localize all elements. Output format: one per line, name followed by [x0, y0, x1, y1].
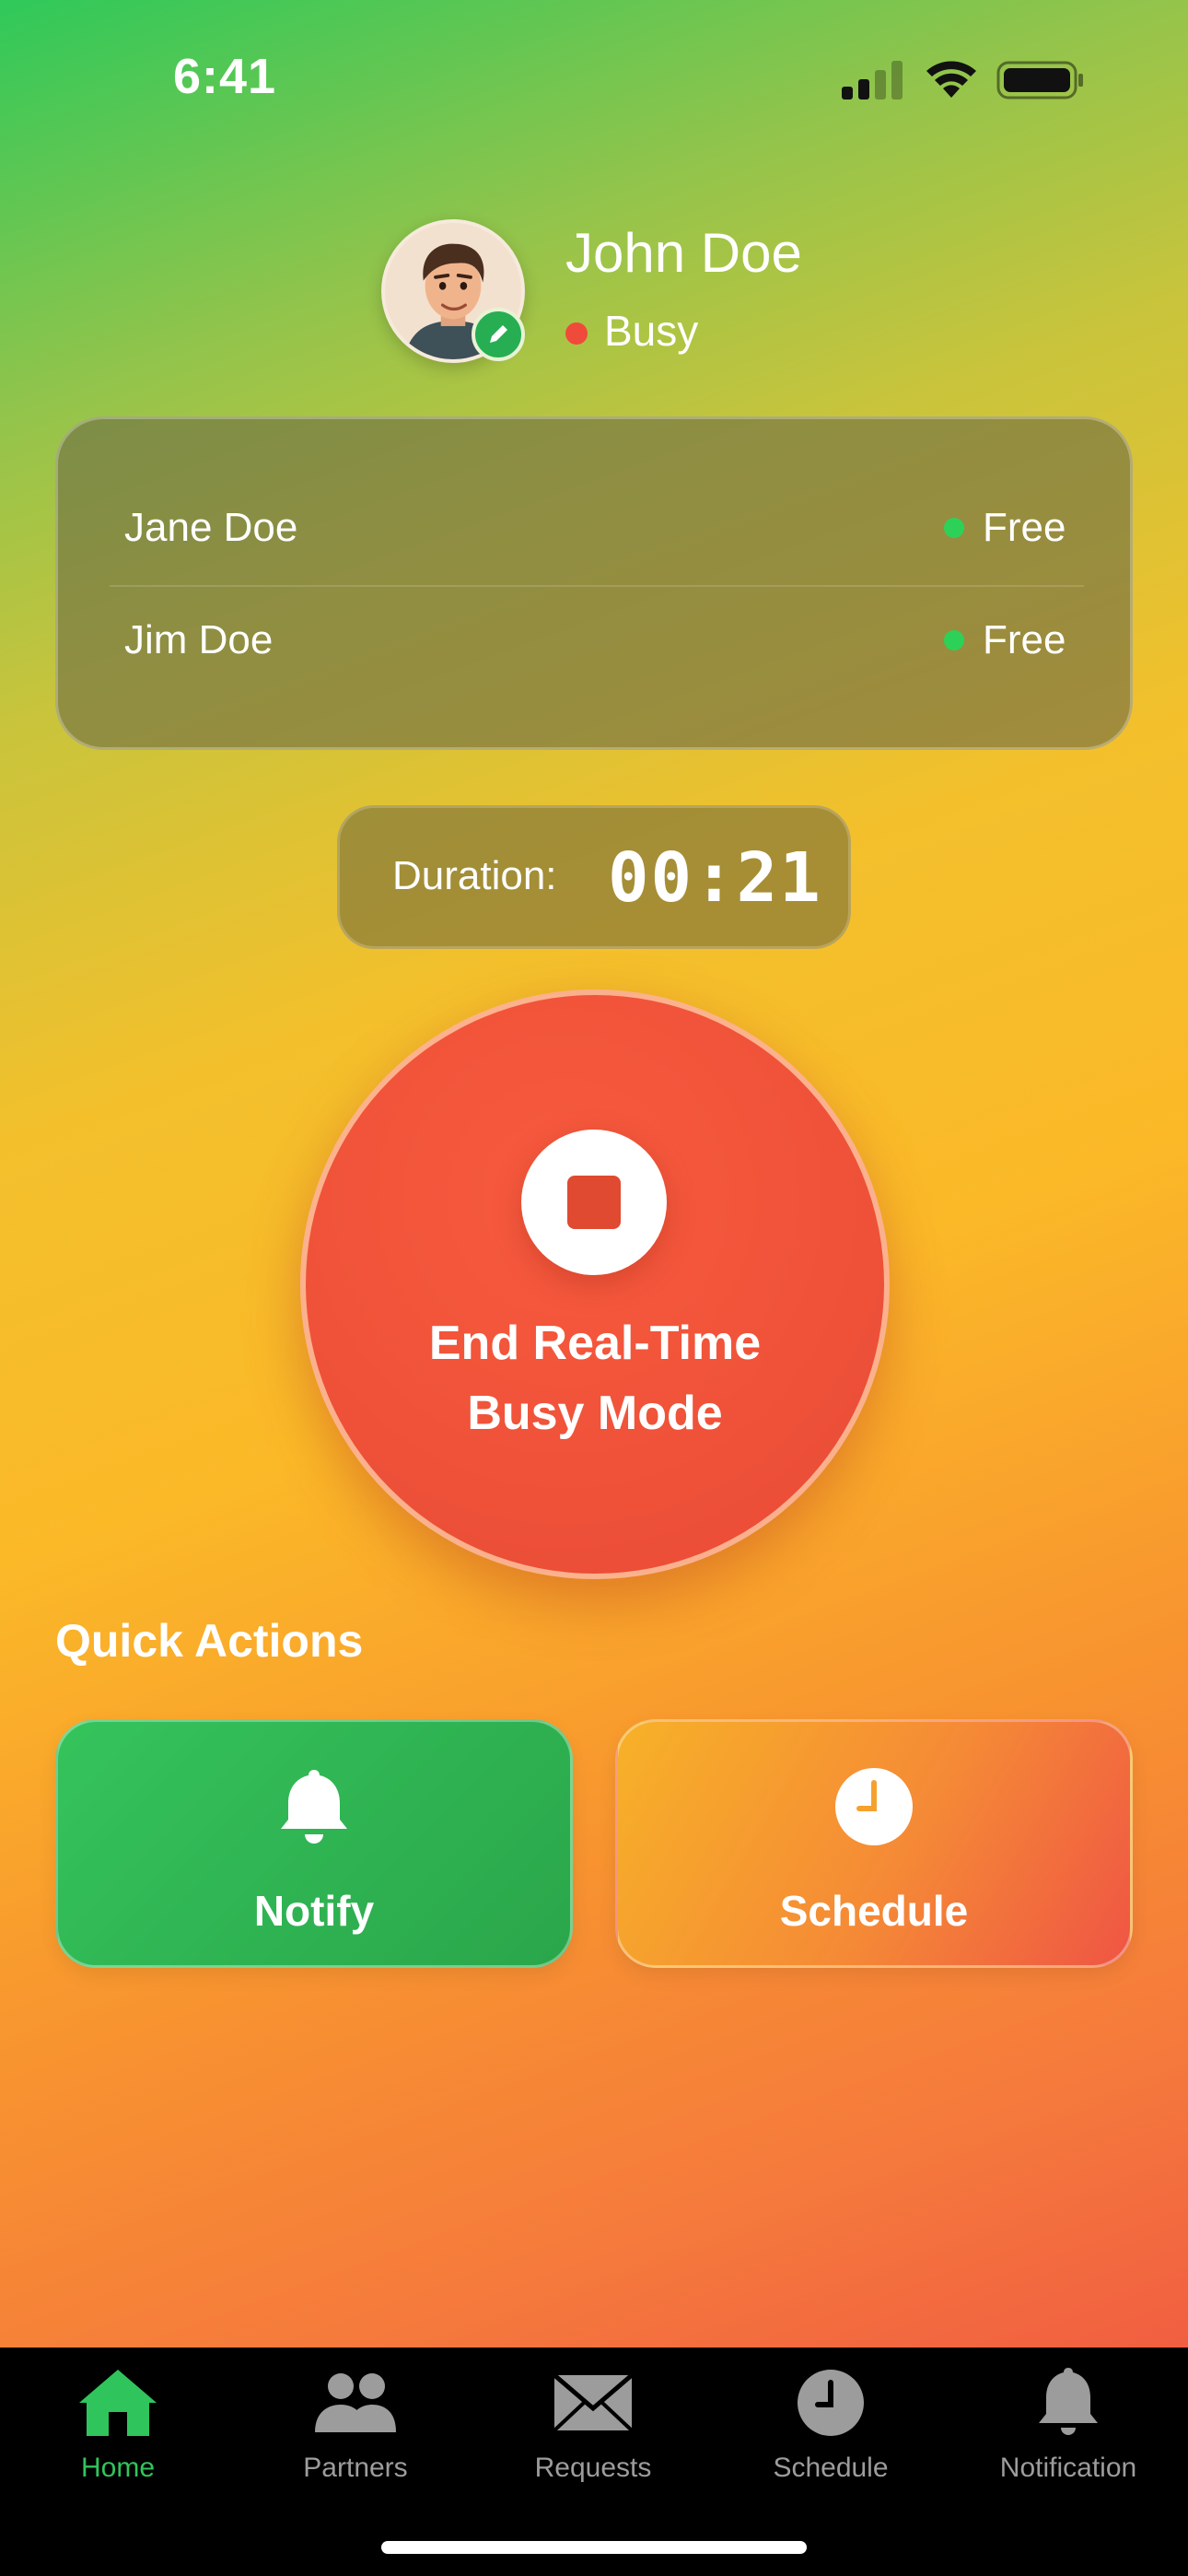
envelope-icon	[553, 2373, 634, 2432]
tab-requests[interactable]: Requests	[492, 2366, 694, 2484]
tab-schedule[interactable]: Schedule	[729, 2366, 932, 2484]
partner-name: Jane Doe	[124, 505, 298, 550]
end-busy-mode-button[interactable]	[300, 989, 890, 1579]
user-name: John Doe	[565, 222, 802, 284]
tab-home[interactable]: Home	[17, 2366, 219, 2484]
wifi-icon	[926, 61, 976, 98]
free-status-dot	[944, 518, 964, 538]
tab-notification[interactable]: Notification	[967, 2366, 1170, 2484]
partner-status: Free	[983, 617, 1066, 662]
status-time: 6:41	[173, 49, 277, 104]
tab-label: Requests	[534, 2453, 652, 2483]
tab-label: Partners	[303, 2453, 408, 2483]
duration-label: Duration:	[392, 853, 557, 898]
bell-icon	[281, 1770, 347, 1844]
clock-icon	[835, 1768, 913, 1845]
free-status-dot	[944, 630, 964, 650]
quick-actions-title: Quick Actions	[55, 1615, 364, 1667]
battery-icon	[996, 61, 1083, 100]
user-status[interactable]: Busy	[604, 306, 698, 356]
edit-profile-button[interactable]	[472, 308, 525, 361]
bell-icon	[1039, 2368, 1098, 2435]
home-icon	[79, 2370, 157, 2436]
tab-label: Notification	[999, 2453, 1137, 2483]
partner-row[interactable]: Jim Doe Free	[58, 585, 1130, 696]
schedule-label: Schedule	[779, 1887, 969, 1935]
end-label-line2: Busy Mode	[467, 1387, 723, 1440]
schedule-button[interactable]: Schedule	[615, 1719, 1133, 1968]
partners-status-card: Jane Doe Free Jim Doe Free	[55, 416, 1133, 750]
tab-label: Home	[80, 2453, 156, 2483]
end-busy-mode-label: End Real-Time Busy Mode	[300, 1308, 890, 1448]
duration-timer: 00:21	[608, 838, 822, 918]
partner-row[interactable]: Jane Doe Free	[58, 473, 1130, 583]
stop-icon	[521, 1130, 667, 1275]
end-label-line1: End Real-Time	[428, 1317, 762, 1370]
tab-partners[interactable]: Partners	[254, 2366, 457, 2484]
pencil-icon	[490, 325, 507, 343]
stop-square	[567, 1176, 621, 1229]
people-icon	[315, 2373, 396, 2432]
notify-button[interactable]: Notify	[55, 1719, 573, 1968]
busy-status-dot	[565, 322, 588, 345]
partner-name: Jim Doe	[124, 617, 274, 662]
cellular-signal-icon	[842, 61, 903, 100]
notify-label: Notify	[253, 1887, 375, 1935]
home-indicator[interactable]	[381, 2541, 807, 2554]
tab-label: Schedule	[773, 2453, 889, 2483]
clock-icon	[798, 2370, 864, 2436]
partner-status: Free	[983, 505, 1066, 550]
